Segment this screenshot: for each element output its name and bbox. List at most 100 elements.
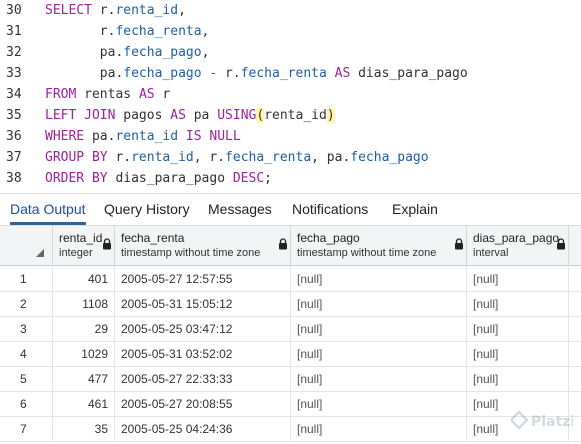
cell-fecha-pago[interactable]: [null]: [291, 342, 467, 367]
table-row[interactable]: 2 1108 2005-05-31 15:05:12 [null] [null]: [0, 292, 581, 317]
code-token: fecha_renta: [115, 24, 202, 39]
code-line[interactable]: 37 GROUP BY r.renta_id, r.fecha_renta, pa…: [0, 147, 581, 168]
tab-data-output[interactable]: Data Output: [10, 194, 86, 225]
platzi-watermark: Platzi: [511, 410, 573, 430]
tab-messages[interactable]: Messages: [208, 194, 272, 225]
column-header-renta-id[interactable]: renta_id integer: [53, 226, 115, 266]
cell-renta-id[interactable]: 35: [53, 417, 115, 442]
column-header-fecha-renta[interactable]: fecha_renta timestamp without time zone: [115, 226, 291, 266]
code-token: ,: [178, 3, 186, 18]
cell-dias-para-pago[interactable]: [null]: [467, 267, 569, 292]
code-token: fecha_renta: [225, 150, 312, 165]
code-line[interactable]: 33 pa.fecha_pago - r.fecha_renta AS dias…: [0, 63, 581, 84]
code-token: WHERE: [45, 129, 92, 144]
code-token: DESC: [232, 171, 265, 186]
cell-renta-id[interactable]: 29: [53, 317, 115, 342]
code-token: renta_id: [115, 3, 179, 18]
code-text: SELECT r.renta_id,: [45, 0, 186, 21]
cell-fecha-renta[interactable]: 2005-05-27 22:33:33: [115, 367, 291, 392]
code-token: -: [201, 66, 226, 81]
cell-fecha-renta[interactable]: 2005-05-31 03:52:02: [115, 342, 291, 367]
tab-query-history[interactable]: Query History: [104, 194, 190, 225]
code-line[interactable]: 36 WHERE pa.renta_id IS NULL: [0, 126, 581, 147]
lock-icon: [455, 238, 463, 250]
code-token: fecha_pago: [123, 45, 202, 60]
table-row[interactable]: 5 477 2005-05-27 22:33:33 [null] [null]: [0, 367, 581, 392]
sort-corner-icon: [36, 249, 44, 257]
code-token: SELECT: [45, 3, 100, 18]
cell-renta-id[interactable]: 477: [53, 367, 115, 392]
code-line[interactable]: 34 FROM rentas AS r: [0, 84, 581, 105]
code-token: fecha_renta: [240, 66, 327, 81]
cell-fecha-renta[interactable]: 2005-05-25 03:47:12: [115, 317, 291, 342]
column-header-fecha-pago[interactable]: fecha_pago timestamp without time zone: [291, 226, 467, 266]
cell-fecha-renta[interactable]: 2005-05-27 20:08:55: [115, 392, 291, 417]
code-line[interactable]: 31 r.fecha_renta,: [0, 21, 581, 42]
line-number: 31: [6, 24, 22, 39]
row-number[interactable]: 4: [0, 342, 53, 367]
code-line[interactable]: 38 ORDER BY dias_para_pago DESC;: [0, 168, 581, 189]
line-number: 36: [6, 129, 22, 144]
code-text: pa.fecha_pago - r.fecha_renta AS dias_pa…: [45, 63, 468, 84]
code-line[interactable]: 32 pa.fecha_pago,: [0, 42, 581, 63]
cell-dias-para-pago[interactable]: [null]: [467, 342, 569, 367]
code-token: pa.: [45, 66, 124, 81]
code-token: renta_id: [131, 150, 194, 165]
code-text: FROM rentas AS r: [45, 84, 170, 105]
cell-fecha-renta[interactable]: 2005-05-25 04:24:36: [115, 417, 291, 442]
sql-editor[interactable]: 30 SELECT r.renta_id, 31 r.fecha_renta, 32 …: [0, 0, 581, 193]
code-token: LEFT JOIN: [45, 108, 124, 123]
cell-dias-para-pago[interactable]: [null]: [467, 292, 569, 317]
column-name: fecha_pago: [297, 231, 360, 245]
code-line[interactable]: 30 SELECT r.renta_id,: [0, 0, 581, 21]
code-token: ,: [201, 45, 210, 60]
code-token: pa.: [45, 45, 124, 60]
cell-renta-id[interactable]: 401: [53, 267, 115, 292]
line-number: 32: [6, 45, 22, 60]
cell-renta-id[interactable]: 1029: [53, 342, 115, 367]
cell-fecha-pago[interactable]: [null]: [291, 392, 467, 417]
table-row[interactable]: 6 461 2005-05-27 20:08:55 [null] [null]: [0, 392, 581, 417]
code-token: fecha_pago: [123, 66, 202, 81]
cell-dias-para-pago[interactable]: [null]: [467, 367, 569, 392]
cell-renta-id[interactable]: 461: [53, 392, 115, 417]
column-type: interval: [473, 247, 509, 259]
table-row[interactable]: 4 1029 2005-05-31 03:52:02 [null] [null]: [0, 342, 581, 367]
cell-fecha-renta[interactable]: 2005-05-27 12:57:55: [115, 267, 291, 292]
row-number[interactable]: 7: [0, 417, 53, 442]
cell-fecha-pago[interactable]: [null]: [291, 292, 467, 317]
code-token: r.: [225, 66, 241, 81]
line-number: 37: [6, 150, 22, 165]
cell-fecha-renta[interactable]: 2005-05-31 15:05:12: [115, 292, 291, 317]
code-token: AS: [170, 108, 194, 123]
row-number[interactable]: 1: [0, 267, 53, 292]
row-number[interactable]: 6: [0, 392, 53, 417]
code-line[interactable]: 35 LEFT JOIN pagos AS pa USING(renta_id): [0, 105, 581, 126]
code-token: pagos: [123, 108, 171, 123]
row-number[interactable]: 3: [0, 317, 53, 342]
grid-header: renta_id integer fecha_renta timestamp w…: [0, 226, 581, 266]
code-token: rentas: [84, 87, 139, 102]
code-token: r.: [99, 3, 116, 18]
code-token: ORDER BY: [45, 171, 116, 186]
code-token: (: [256, 108, 265, 123]
code-token: dias_para_pago: [358, 66, 468, 81]
table-row[interactable]: 3 29 2005-05-25 03:47:12 [null] [null]: [0, 317, 581, 342]
column-header-dias-para-pago[interactable]: dias_para_pago interval: [467, 226, 569, 266]
cell-fecha-pago[interactable]: [null]: [291, 317, 467, 342]
cell-fecha-pago[interactable]: [null]: [291, 417, 467, 442]
tab-notifications[interactable]: Notifications: [292, 194, 368, 225]
table-row[interactable]: 7 35 2005-05-25 04:24:36 [null] [null]: [0, 417, 581, 442]
code-token: renta_id: [264, 108, 327, 123]
cell-fecha-pago[interactable]: [null]: [291, 367, 467, 392]
row-number[interactable]: 5: [0, 367, 53, 392]
row-number[interactable]: 2: [0, 292, 53, 317]
cell-fecha-pago[interactable]: [null]: [291, 267, 467, 292]
cell-dias-para-pago[interactable]: [null]: [467, 317, 569, 342]
code-token: r.: [115, 150, 132, 165]
tab-explain[interactable]: Explain: [392, 194, 438, 225]
row-number-header[interactable]: [0, 226, 53, 266]
table-row[interactable]: 1 401 2005-05-27 12:57:55 [null] [null]: [0, 267, 581, 292]
code-token: GROUP BY: [45, 150, 116, 165]
cell-renta-id[interactable]: 1108: [53, 292, 115, 317]
